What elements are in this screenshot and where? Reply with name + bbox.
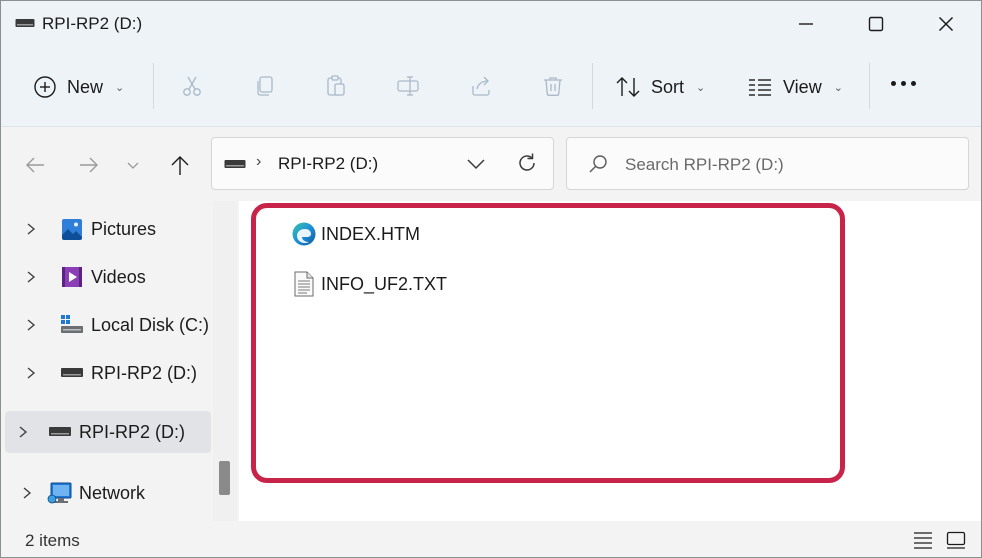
file-name: INFO_UF2.TXT — [321, 273, 448, 294]
address-bar[interactable]: › RPI-RP2 (D:) — [211, 137, 554, 190]
details-view-icon — [914, 532, 932, 549]
rename-button[interactable] — [395, 73, 421, 99]
breadcrumb-current[interactable]: RPI-RP2 (D:) — [278, 154, 378, 174]
clipboard-icon — [327, 75, 345, 96]
refresh-icon[interactable] — [515, 151, 539, 175]
chevron-right-icon[interactable] — [25, 366, 43, 380]
sidebar-item-rpi-rp2[interactable]: RPI-RP2 (D:) — [5, 352, 211, 394]
cut-button[interactable] — [179, 73, 205, 99]
maximize-icon — [868, 16, 884, 32]
window-title: RPI-RP2 (D:) — [42, 14, 143, 33]
rename-icon — [397, 76, 419, 96]
sidebar-item-videos[interactable]: Videos — [5, 256, 211, 298]
drive-icon — [224, 160, 246, 168]
forward-button[interactable] — [73, 149, 105, 181]
details-view-button[interactable] — [912, 529, 934, 551]
chevron-right-icon[interactable] — [25, 270, 43, 284]
arrow-up-icon — [171, 156, 189, 175]
view-list-icon — [749, 79, 771, 96]
search-box[interactable] — [566, 137, 969, 190]
sidebar-item-label: Network — [79, 482, 146, 503]
navigation-pane: Pictures Videos Local Disk (C:) RPI-RP2 … — [1, 201, 239, 521]
large-icons-view-icon — [946, 531, 966, 549]
sidebar-item-label: RPI-RP2 (D:) — [91, 362, 198, 383]
videos-icon — [59, 266, 85, 288]
sort-icon — [616, 77, 640, 97]
view-button[interactable]: View ⌄ — [747, 65, 843, 109]
arrow-right-icon — [80, 157, 98, 173]
sort-button-label: Sort — [651, 76, 685, 97]
file-item-index-htm[interactable]: INDEX.HTM — [291, 219, 420, 249]
sidebar-item-pictures[interactable]: Pictures — [5, 208, 211, 250]
file-explorer-window: RPI-RP2 (D:) New ⌄ Sort ⌄ View ⌄ › RPI-R… — [0, 0, 982, 558]
arrow-left-icon — [26, 157, 44, 173]
chevron-down-icon: ⌄ — [115, 81, 125, 94]
share-button[interactable] — [468, 73, 494, 99]
chevron-right-icon[interactable] — [25, 222, 43, 236]
status-bar: 2 items — [1, 521, 981, 557]
command-bar: New ⌄ Sort ⌄ View ⌄ — [1, 47, 981, 127]
more-options-button[interactable] — [891, 81, 916, 86]
maximize-button[interactable] — [841, 1, 911, 47]
new-button-label: New — [67, 76, 104, 97]
chevron-right-icon[interactable] — [21, 486, 39, 500]
minimize-button[interactable] — [771, 1, 841, 47]
chevron-right-icon[interactable] — [17, 425, 35, 439]
more-dots-icon — [891, 81, 896, 86]
share-icon — [472, 76, 490, 96]
close-icon — [938, 16, 954, 32]
network-icon — [47, 482, 73, 504]
sidebar-item-label: Videos — [91, 266, 146, 287]
sidebar-item-label: Local Disk (C:) — [91, 314, 210, 335]
file-name: INDEX.HTM — [321, 223, 420, 244]
sidebar-item-rpi-rp2-selected[interactable]: RPI-RP2 (D:) — [5, 411, 211, 453]
chevron-down-icon — [127, 162, 139, 169]
paste-button[interactable] — [323, 73, 349, 99]
command-separator — [592, 63, 593, 109]
scissors-icon — [183, 76, 201, 96]
chevron-down-icon[interactable] — [464, 152, 488, 176]
file-item-info-uf2-txt[interactable]: INFO_UF2.TXT — [291, 269, 447, 299]
minimize-icon — [799, 23, 813, 25]
sidebar-item-label: RPI-RP2 (D:) — [79, 421, 186, 442]
navigation-bar: › RPI-RP2 (D:) — [1, 127, 981, 201]
sidebar-scrollbar-thumb[interactable] — [219, 461, 230, 495]
command-separator — [869, 63, 870, 109]
trash-icon — [544, 77, 562, 96]
up-button[interactable] — [164, 149, 196, 181]
search-icon — [589, 155, 607, 173]
text-file-icon — [291, 271, 317, 297]
drive-icon — [59, 362, 85, 384]
search-input[interactable] — [625, 153, 955, 177]
title-bar: RPI-RP2 (D:) — [1, 1, 981, 47]
sidebar-item-local-disk[interactable]: Local Disk (C:) — [5, 304, 211, 346]
edge-html-icon — [291, 221, 317, 247]
chevron-down-icon: ⌄ — [696, 81, 706, 94]
item-count: 2 items — [25, 531, 80, 550]
command-separator — [153, 63, 154, 109]
close-button[interactable] — [911, 1, 981, 47]
pictures-icon — [59, 218, 85, 240]
plus-circle-icon — [34, 76, 56, 98]
view-button-label: View — [783, 76, 822, 97]
sidebar-item-label: Pictures — [91, 218, 157, 239]
chevron-right-icon[interactable] — [25, 318, 43, 332]
sidebar-item-network[interactable]: Network — [5, 472, 211, 514]
back-button[interactable] — [19, 149, 51, 181]
copy-button[interactable] — [252, 73, 278, 99]
drive-icon — [15, 19, 35, 27]
chevron-down-icon: ⌄ — [833, 81, 843, 94]
breadcrumb-separator-icon: › — [256, 153, 262, 170]
new-button[interactable]: New ⌄ — [33, 65, 124, 109]
drive-icon — [47, 421, 73, 443]
large-icons-view-button[interactable] — [945, 529, 967, 551]
copy-icon — [257, 76, 273, 96]
delete-button[interactable] — [540, 73, 566, 99]
recent-locations-button[interactable] — [117, 149, 149, 181]
sort-button[interactable]: Sort ⌄ — [615, 65, 705, 109]
local-disk-icon — [59, 314, 85, 336]
file-list: INDEX.HTM INFO_UF2.TXT — [239, 201, 981, 521]
